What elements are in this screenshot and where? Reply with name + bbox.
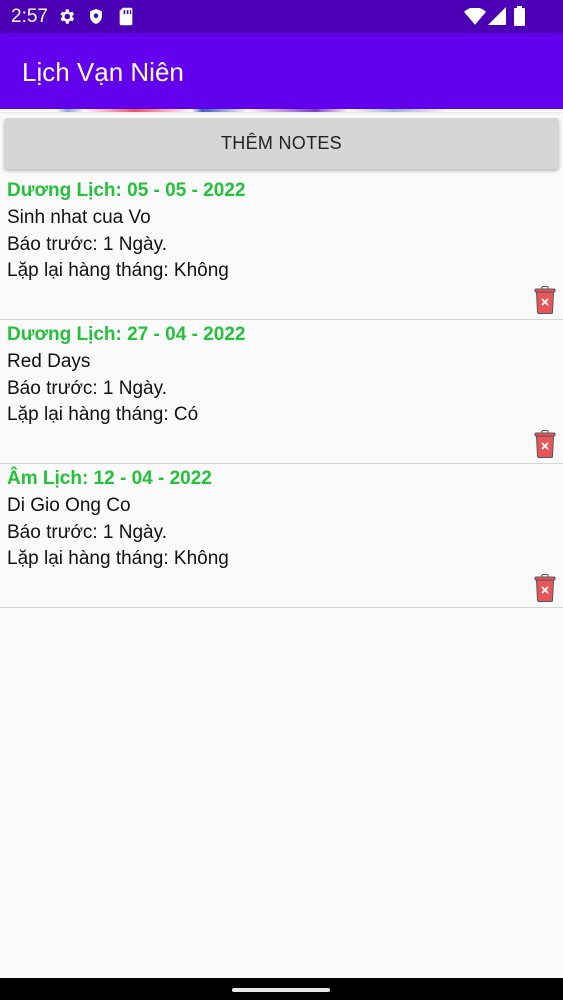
note-date: Dương Lịch: 05 - 05 - 2022 [7,180,246,201]
note-date: Dương Lịch: 27 - 04 - 2022 [7,324,246,345]
trash-icon[interactable] [534,574,556,602]
note-repeat: Lặp lại hàng tháng: Không [7,548,229,569]
status-time: 2:57 [11,6,48,27]
app-bar: Lịch Vạn Niên [0,33,563,109]
ad-banner[interactable] [0,109,563,112]
list-item[interactable]: Âm Lịch: 12 - 04 - 2022 Di Gio Ong Co Bá… [0,464,563,608]
list-item[interactable]: Dương Lịch: 27 - 04 - 2022 Red Days Báo … [0,320,563,464]
note-remind: Báo trước: 1 Ngày. [7,522,167,543]
signal-icon [488,7,506,30]
wifi-icon [464,7,486,30]
note-repeat: Lặp lại hàng tháng: Không [7,260,229,281]
trash-icon[interactable] [534,286,556,314]
sd-card-icon [118,7,134,31]
trash-icon[interactable] [534,430,556,458]
home-handle[interactable] [232,988,330,992]
settings-icon [57,7,76,31]
navigation-bar [0,978,563,1000]
note-date: Âm Lịch: 12 - 04 - 2022 [7,468,212,489]
add-notes-button[interactable]: THÊM NOTES [4,118,559,169]
note-title: Di Gio Ong Co [7,495,131,516]
app-title: Lịch Vạn Niên [22,57,184,87]
note-remind: Báo trước: 1 Ngày. [7,234,167,255]
status-bar: 2:57 [0,0,563,33]
note-title: Red Days [7,351,91,372]
battery-icon [514,6,525,31]
list-item[interactable]: Dương Lịch: 05 - 05 - 2022 Sinh nhat cua… [0,176,563,320]
note-repeat: Lặp lại hàng tháng: Có [7,404,199,425]
note-remind: Báo trước: 1 Ngày. [7,378,167,399]
note-title: Sinh nhat cua Vo [7,207,151,228]
shield-icon [87,7,105,31]
